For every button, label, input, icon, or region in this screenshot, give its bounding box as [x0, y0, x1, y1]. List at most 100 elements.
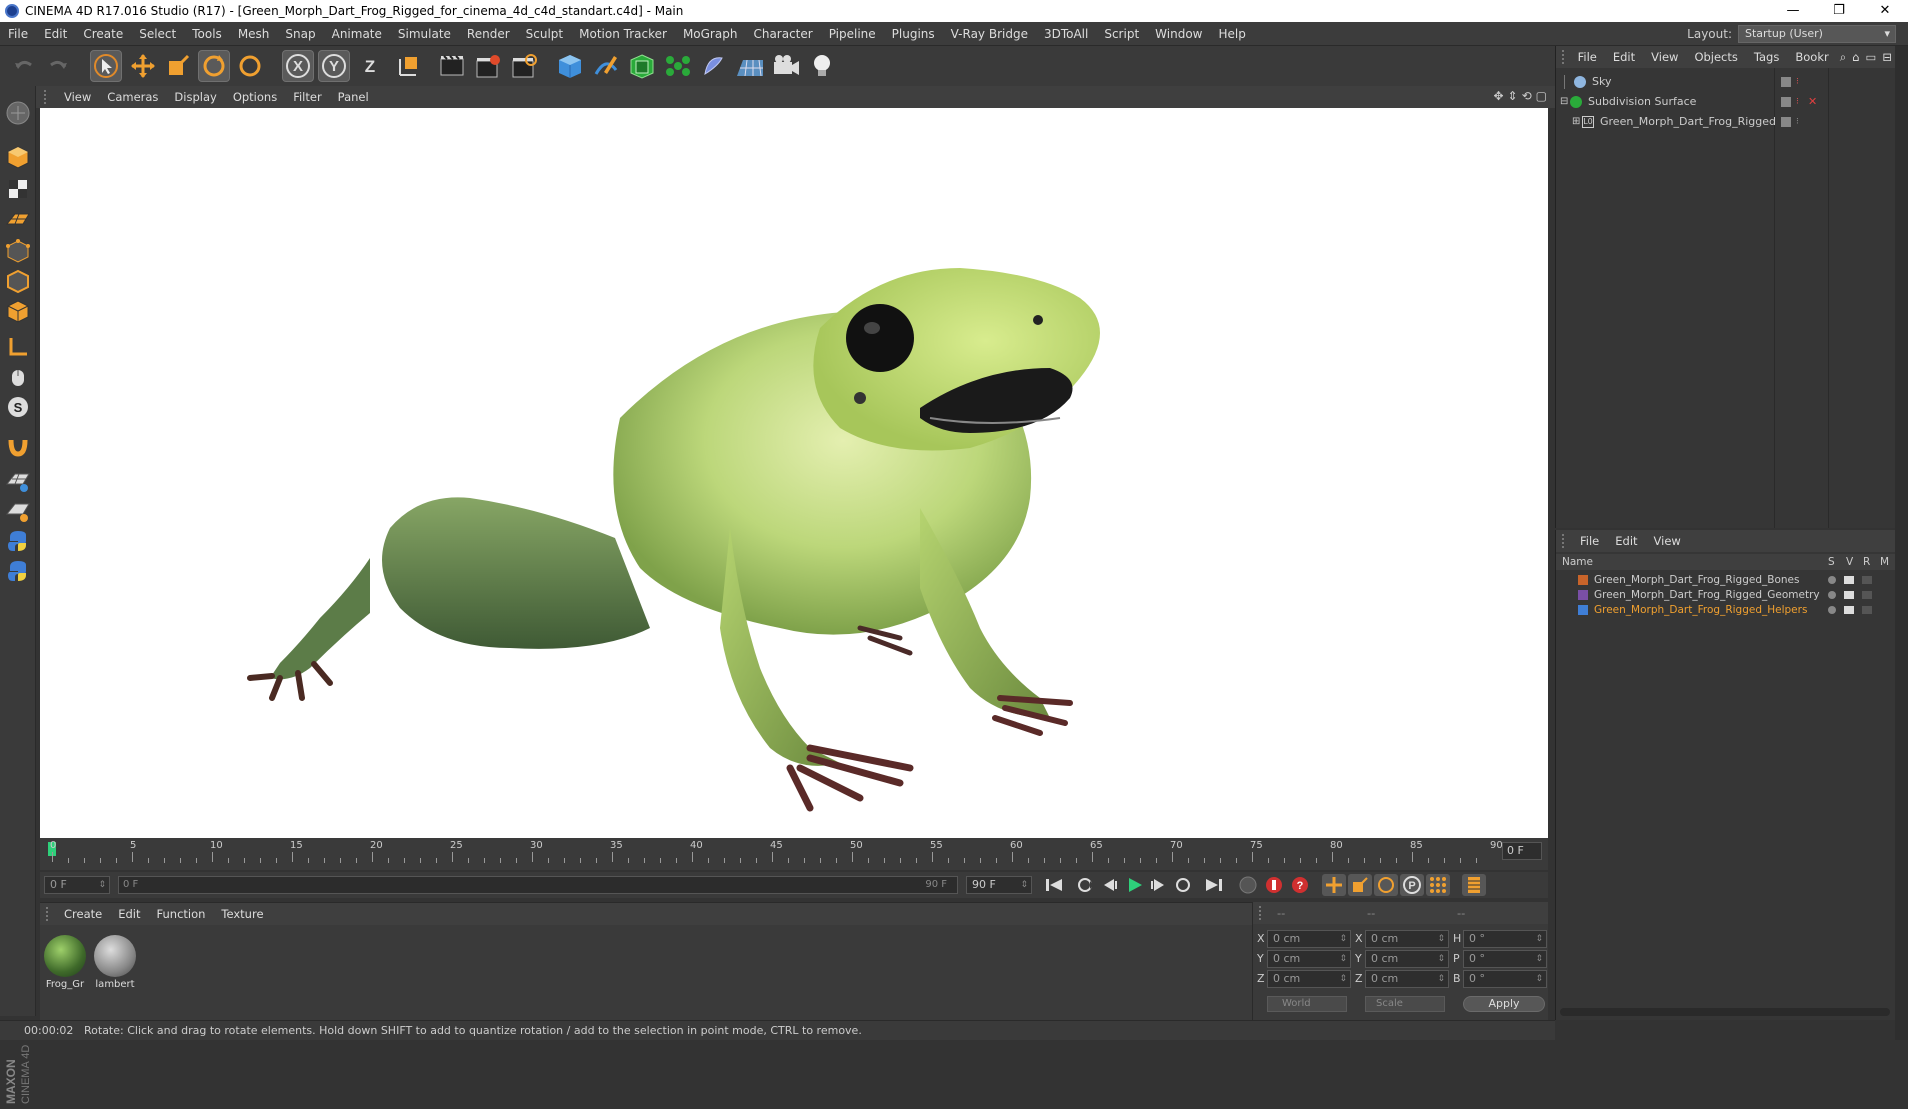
live-selection-icon[interactable]: [90, 50, 122, 82]
material-swatch[interactable]: Frog_Gr: [42, 933, 88, 995]
x-axis-lock-icon[interactable]: X: [282, 50, 314, 82]
solo-mode-icon[interactable]: S: [3, 392, 33, 422]
layer-row-helpers[interactable]: Green_Morph_Dart_Frog_Rigged_Helpers: [1556, 602, 1896, 617]
timeline-window-icon[interactable]: [1462, 874, 1486, 896]
key-rotation-icon[interactable]: [1374, 874, 1398, 896]
floor-environment-icon[interactable]: [734, 50, 766, 82]
visibility-toggle-icon[interactable]: [1781, 117, 1791, 127]
workplane-snap-icon[interactable]: [3, 496, 33, 526]
menu-file[interactable]: File: [0, 22, 36, 46]
position-z-field[interactable]: 0 cm: [1267, 970, 1351, 988]
go-to-end-icon[interactable]: [1202, 874, 1226, 896]
timeline-ruler[interactable]: 0 5 10 15 20 25 30 35 40 45 50 55 60 65 70 75 80 85 90 0 F: [40, 838, 1548, 870]
end-frame-field[interactable]: 90 F: [966, 876, 1032, 894]
play-icon[interactable]: [1122, 874, 1146, 896]
object-menu-bookmarks[interactable]: Bookr: [1787, 50, 1836, 64]
disabled-cross-icon[interactable]: ✕: [1808, 92, 1817, 112]
material-menu-function[interactable]: Function: [149, 907, 214, 921]
object-row-frog[interactable]: ⊞ L0 Green_Morph_Dart_Frog_Rigged ⁝: [1556, 112, 1896, 132]
enable-snap-grid-icon[interactable]: [3, 466, 33, 496]
render-toggle-icon[interactable]: ⁝: [1796, 112, 1799, 132]
key-pla-icon[interactable]: [1426, 874, 1450, 896]
texture-mode-icon[interactable]: [3, 174, 33, 204]
menu-vray-bridge[interactable]: V-Ray Bridge: [943, 22, 1036, 46]
horizontal-scrollbar[interactable]: [1560, 1008, 1890, 1016]
menu-sculpt[interactable]: Sculpt: [518, 22, 571, 46]
menu-help[interactable]: Help: [1210, 22, 1253, 46]
layer-solo-toggle-icon[interactable]: [1828, 605, 1836, 614]
render-view-icon[interactable]: [436, 50, 468, 82]
layer-visible-eye-icon[interactable]: [1844, 575, 1854, 584]
panel-maximize-icon[interactable]: ⊟: [1879, 50, 1895, 64]
menu-select[interactable]: Select: [131, 22, 184, 46]
restore-button[interactable]: ❐: [1816, 0, 1862, 22]
menu-create[interactable]: Create: [75, 22, 131, 46]
attribute-tabs-strip[interactable]: [1895, 46, 1908, 1040]
object-row-subdivision-surface[interactable]: ⊟ Subdivision Surface ⁝ ✕: [1556, 92, 1896, 112]
layout-select[interactable]: Startup (User): [1738, 25, 1896, 43]
menu-edit[interactable]: Edit: [36, 22, 75, 46]
render-settings-icon[interactable]: [508, 50, 540, 82]
light-icon[interactable]: [806, 50, 838, 82]
menu-script[interactable]: Script: [1096, 22, 1147, 46]
menu-mograph[interactable]: MoGraph: [675, 22, 746, 46]
start-frame-field[interactable]: 0 F: [44, 876, 110, 894]
menu-snap[interactable]: Snap: [277, 22, 323, 46]
tweak-mode-icon[interactable]: [3, 362, 33, 392]
material-menu-edit[interactable]: Edit: [110, 907, 148, 921]
menu-character[interactable]: Character: [745, 22, 820, 46]
camera-icon[interactable]: [770, 50, 802, 82]
z-axis-lock-icon[interactable]: Z: [354, 50, 386, 82]
home-icon[interactable]: ⌂: [1849, 50, 1862, 64]
snap-magnet-icon[interactable]: [3, 430, 33, 460]
size-x-field[interactable]: 0 cm: [1365, 930, 1449, 948]
render-toggle-icon[interactable]: ⁝: [1796, 72, 1799, 92]
python-script-2-icon[interactable]: [3, 556, 33, 586]
spline-pen-icon[interactable]: [590, 50, 622, 82]
mograph-cloner-icon[interactable]: [662, 50, 694, 82]
model-mode-icon[interactable]: [3, 142, 33, 172]
viewport-rotate-icon[interactable]: ⟲: [1522, 89, 1532, 103]
go-to-start-icon[interactable]: [1042, 874, 1066, 896]
rotation-p-field[interactable]: 0 °: [1463, 950, 1547, 968]
key-scale-icon[interactable]: [1348, 874, 1372, 896]
3d-viewport[interactable]: [40, 108, 1548, 838]
layer-render-toggle-icon[interactable]: [1862, 575, 1872, 584]
points-mode-icon[interactable]: [3, 236, 33, 266]
layer-render-toggle-icon[interactable]: [1862, 605, 1872, 614]
menu-mesh[interactable]: Mesh: [230, 22, 278, 46]
layer-visible-eye-icon[interactable]: [1844, 605, 1854, 614]
redo-icon[interactable]: [42, 50, 74, 82]
position-y-field[interactable]: 0 cm: [1267, 950, 1351, 968]
close-button[interactable]: ✕: [1862, 0, 1908, 22]
layer-menu-file[interactable]: File: [1572, 534, 1607, 548]
menu-3dtoall[interactable]: 3DToAll: [1036, 22, 1096, 46]
rotation-b-field[interactable]: 0 °: [1463, 970, 1547, 988]
viewport-menu-view[interactable]: View: [56, 90, 99, 104]
menu-animate[interactable]: Animate: [324, 22, 390, 46]
position-x-field[interactable]: 0 cm: [1267, 930, 1351, 948]
viewport-zoom-icon[interactable]: ⇕: [1508, 89, 1518, 103]
layer-render-toggle-icon[interactable]: [1862, 590, 1872, 599]
cube-object-icon[interactable]: [554, 50, 586, 82]
coordinate-scale-select[interactable]: Scale: [1365, 996, 1445, 1012]
size-y-field[interactable]: 0 cm: [1365, 950, 1449, 968]
size-z-field[interactable]: 0 cm: [1365, 970, 1449, 988]
polygons-mode-icon[interactable]: [3, 296, 33, 326]
coordinate-system-icon[interactable]: [392, 50, 424, 82]
layer-menu-edit[interactable]: Edit: [1607, 534, 1645, 548]
object-menu-objects[interactable]: Objects: [1686, 50, 1745, 64]
move-icon[interactable]: [127, 50, 159, 82]
viewport-menu-options[interactable]: Options: [225, 90, 285, 104]
object-menu-view[interactable]: View: [1643, 50, 1686, 64]
previous-frame-icon[interactable]: [1098, 874, 1122, 896]
next-frame-icon[interactable]: [1146, 874, 1170, 896]
rotation-h-field[interactable]: 0 °: [1463, 930, 1547, 948]
object-menu-edit[interactable]: Edit: [1605, 50, 1643, 64]
nurbs-subdivision-icon[interactable]: [626, 50, 658, 82]
viewport-menu-panel[interactable]: Panel: [330, 90, 377, 104]
scale-icon[interactable]: [162, 50, 194, 82]
current-frame-field[interactable]: 0 F: [1502, 842, 1542, 860]
object-menu-tags[interactable]: Tags: [1746, 50, 1787, 64]
rotate-icon[interactable]: [198, 50, 230, 82]
